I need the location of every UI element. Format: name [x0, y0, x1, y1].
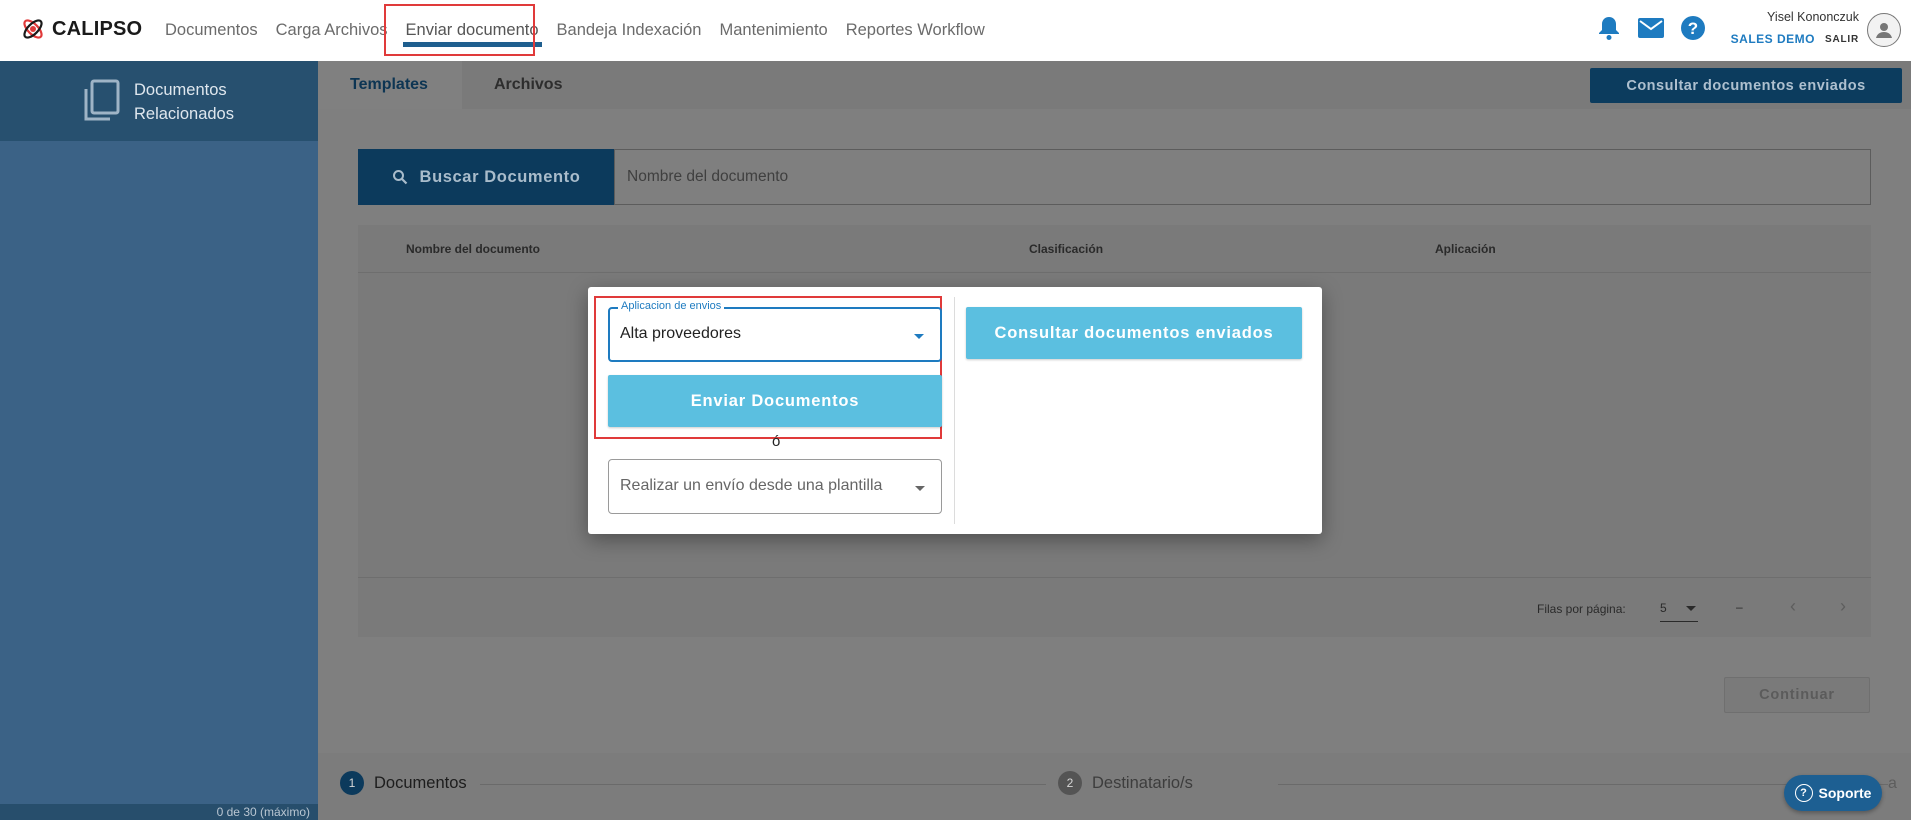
page-range: –: [1736, 600, 1743, 614]
stepper: 1 Documentos 2 Destinatario/s a: [318, 753, 1911, 820]
tabs-bar: Templates Archivos Consultar documentos …: [318, 61, 1911, 109]
search-field: [614, 149, 1871, 205]
sidebar: Documentos Relacionados 0 de 30 (máximo): [0, 61, 318, 820]
chevron-right-icon[interactable]: ›: [1840, 596, 1860, 618]
tab-templates[interactable]: Templates: [318, 61, 462, 109]
rows-per-page-value: 5: [1660, 601, 1667, 615]
nav-bandeja-indexacion[interactable]: Bandeja Indexación: [548, 0, 711, 61]
company-link[interactable]: SALES DEMO: [1731, 32, 1815, 46]
buscar-documento-button[interactable]: Buscar Documento: [358, 149, 614, 205]
step-label: Destinatario/s: [1092, 773, 1193, 792]
rows-per-page-label: Filas por página:: [1537, 602, 1626, 616]
search-input[interactable]: [627, 168, 1870, 186]
chevron-down-icon: [1686, 606, 1696, 611]
documents-count: 0 de 30 (máximo): [216, 805, 310, 819]
documents-icon: [84, 79, 120, 121]
nav-reportes-workflow[interactable]: Reportes Workflow: [837, 0, 994, 61]
rows-per-page-select[interactable]: 5: [1660, 596, 1698, 622]
modal-divider: [954, 297, 955, 524]
chevron-down-icon: [915, 486, 925, 491]
help-circle-icon: ?: [1794, 784, 1813, 802]
sidebar-title: Documentos Relacionados: [134, 81, 234, 123]
continuar-button[interactable]: Continuar: [1724, 677, 1870, 713]
search-row: Buscar Documento: [358, 149, 1871, 205]
nav-label: Bandeja Indexación: [556, 21, 702, 39]
help-icon[interactable]: ?: [1679, 14, 1707, 42]
calipso-logo[interactable]: CALIPSO: [20, 16, 142, 42]
nav-documentos[interactable]: Documentos: [156, 0, 267, 61]
column-header[interactable]: Aplicación: [1435, 242, 1496, 256]
step-label: Documentos: [374, 773, 467, 792]
logout-link[interactable]: SALIR: [1825, 34, 1859, 45]
svg-text:?: ?: [1688, 19, 1698, 38]
nav-label: Mantenimiento: [719, 21, 828, 39]
nav-label: Reportes Workflow: [845, 21, 985, 39]
avatar[interactable]: [1867, 13, 1901, 47]
tab-archivos[interactable]: Archivos: [494, 61, 562, 109]
plantilla-select[interactable]: Realizar un envío desde una plantilla: [608, 459, 942, 514]
step-label-partial: a: [1888, 775, 1897, 792]
header-icons: ?: [1595, 14, 1707, 42]
soporte-button[interactable]: ? Soporte: [1784, 775, 1882, 811]
send-modal: Aplicacion de envios Alta proveedores En…: [588, 287, 1322, 534]
mail-icon[interactable]: [1637, 14, 1665, 42]
support-label: Soporte: [1818, 785, 1872, 801]
aplicacion-envios-select[interactable]: Aplicacion de envios Alta proveedores: [608, 300, 942, 362]
sidebar-footer: 0 de 30 (máximo): [0, 804, 318, 820]
chevron-down-icon: [914, 334, 924, 339]
top-navbar: CALIPSO Documentos Carga Archivos Enviar…: [0, 0, 1911, 61]
sidebar-header: Documentos Relacionados: [0, 61, 318, 141]
select-placeholder: Realizar un envío desde una plantilla: [620, 477, 883, 494]
nav-label: Carga Archivos: [275, 21, 388, 39]
step-connector: [480, 784, 1046, 785]
column-header[interactable]: Clasificación: [1029, 242, 1103, 256]
nav-mantenimiento[interactable]: Mantenimiento: [710, 0, 836, 61]
column-header[interactable]: Nombre del documento: [406, 242, 540, 256]
step-number: 2: [1058, 771, 1082, 795]
user-name: Yisel Kononczuk: [1767, 10, 1859, 24]
main-nav: Documentos Carga Archivos Enviar documen…: [156, 0, 994, 61]
consultar-documentos-enviados-button[interactable]: Consultar documentos enviados: [966, 307, 1302, 359]
or-separator: ó: [772, 433, 781, 450]
user-info: Yisel Kononczuk SALES DEMO SALIR: [1731, 10, 1859, 46]
search-button-label: Buscar Documento: [419, 167, 581, 186]
brand-name: CALIPSO: [52, 17, 143, 40]
nav-label: Documentos: [165, 21, 258, 39]
search-icon: [392, 170, 407, 185]
bell-icon[interactable]: [1595, 14, 1623, 42]
consultar-documentos-button[interactable]: Consultar documentos enviados: [1590, 68, 1902, 103]
nav-carga-archivos[interactable]: Carga Archivos: [267, 0, 397, 61]
user-avatar-icon: [1876, 23, 1892, 38]
table-header: Nombre del documento Clasificación Aplic…: [358, 225, 1871, 273]
step-destinatarios[interactable]: 2 Destinatario/s: [1058, 771, 1193, 795]
step-documentos[interactable]: 1 Documentos: [340, 771, 467, 795]
enviar-documentos-button[interactable]: Enviar Documentos: [608, 375, 942, 427]
step-number: 1: [340, 771, 364, 795]
chevron-left-icon[interactable]: ‹: [1790, 596, 1810, 618]
select-value: Alta proveedores: [620, 325, 741, 342]
calipso-logo-icon: [23, 19, 43, 39]
nav-highlight-box: [384, 4, 535, 56]
select-legend: Aplicacion de envios: [618, 300, 725, 312]
table-pagination: Filas por página: 5 – ‹ ›: [358, 577, 1871, 637]
